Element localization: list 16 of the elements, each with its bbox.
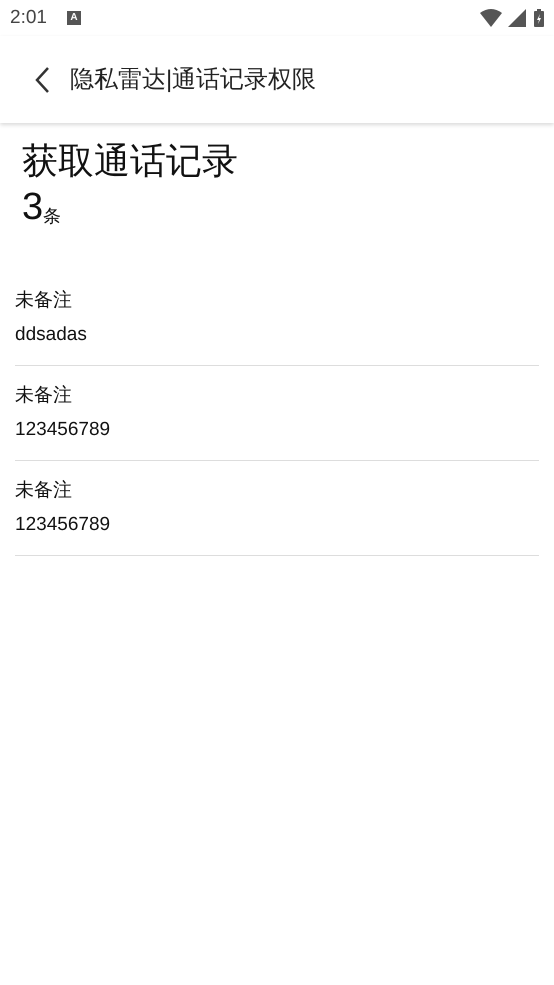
contact-name: 未备注 bbox=[15, 289, 73, 313]
count-unit: 条 bbox=[43, 205, 62, 228]
battery-icon bbox=[534, 9, 544, 27]
phone-number: 123456789 bbox=[15, 513, 112, 537]
phone-number: ddsadas bbox=[15, 323, 88, 347]
phone-number: 123456789 bbox=[15, 418, 112, 442]
summary-title: 获取通话记录 bbox=[22, 139, 239, 183]
record-count: 3 bbox=[22, 185, 44, 229]
contact-name: 未备注 bbox=[15, 479, 73, 503]
wifi-icon bbox=[480, 9, 502, 27]
status-time: 2:01 bbox=[10, 6, 47, 30]
notification-icon: A bbox=[66, 11, 81, 25]
page-title: 隐私雷达|通话记录权限 bbox=[70, 64, 316, 94]
contact-name: 未备注 bbox=[15, 384, 73, 408]
back-icon bbox=[34, 66, 50, 94]
signal-icon bbox=[508, 9, 526, 27]
